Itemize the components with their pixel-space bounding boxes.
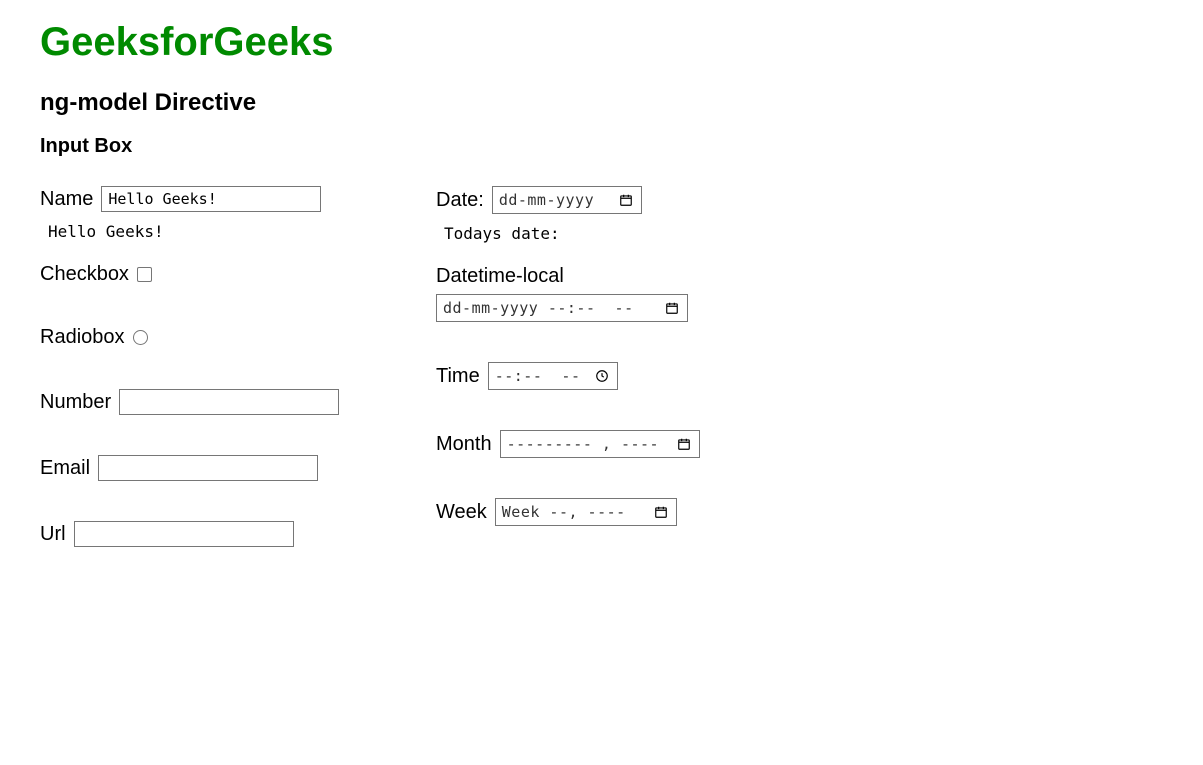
checkbox-label: Checkbox — [40, 263, 129, 286]
radio-label: Radiobox — [40, 326, 125, 349]
name-input[interactable] — [101, 186, 321, 212]
calendar-icon — [677, 437, 691, 451]
page-title: GeeksforGeeks — [40, 20, 1163, 65]
section-heading: Input Box — [40, 135, 1163, 158]
checkbox-input[interactable] — [137, 267, 152, 282]
time-placeholder: --:-- -- — [495, 367, 581, 385]
email-label: Email — [40, 457, 90, 480]
date-input[interactable]: dd-mm-yyyy — [492, 186, 642, 214]
calendar-icon — [654, 505, 668, 519]
url-label: Url — [40, 523, 66, 546]
email-input[interactable] — [98, 455, 318, 481]
calendar-icon — [665, 301, 679, 315]
datetime-placeholder: dd-mm-yyyy --:-- -- — [443, 299, 634, 317]
radio-input[interactable] — [133, 330, 148, 345]
calendar-icon — [619, 193, 633, 207]
month-placeholder: --------- , ---- — [507, 435, 660, 453]
date-placeholder: dd-mm-yyyy — [499, 191, 594, 209]
week-label: Week — [436, 501, 487, 524]
time-label: Time — [436, 365, 480, 388]
datetime-label: Datetime-local — [436, 265, 564, 287]
date-label: Date: — [436, 189, 484, 212]
url-input[interactable] — [74, 521, 294, 547]
name-echo: Hello Geeks! — [48, 222, 380, 241]
page-subtitle: ng-model Directive — [40, 89, 1163, 117]
number-input[interactable] — [119, 389, 339, 415]
week-placeholder: Week --, ---- — [502, 503, 626, 521]
name-label: Name — [40, 188, 93, 211]
datetime-input[interactable]: dd-mm-yyyy --:-- -- — [436, 294, 688, 322]
week-input[interactable]: Week --, ---- — [495, 498, 677, 526]
number-label: Number — [40, 391, 111, 414]
month-label: Month — [436, 433, 492, 456]
month-input[interactable]: --------- , ---- — [500, 430, 700, 458]
clock-icon — [595, 369, 609, 383]
date-echo: Todays date: — [444, 224, 816, 243]
time-input[interactable]: --:-- -- — [488, 362, 618, 390]
